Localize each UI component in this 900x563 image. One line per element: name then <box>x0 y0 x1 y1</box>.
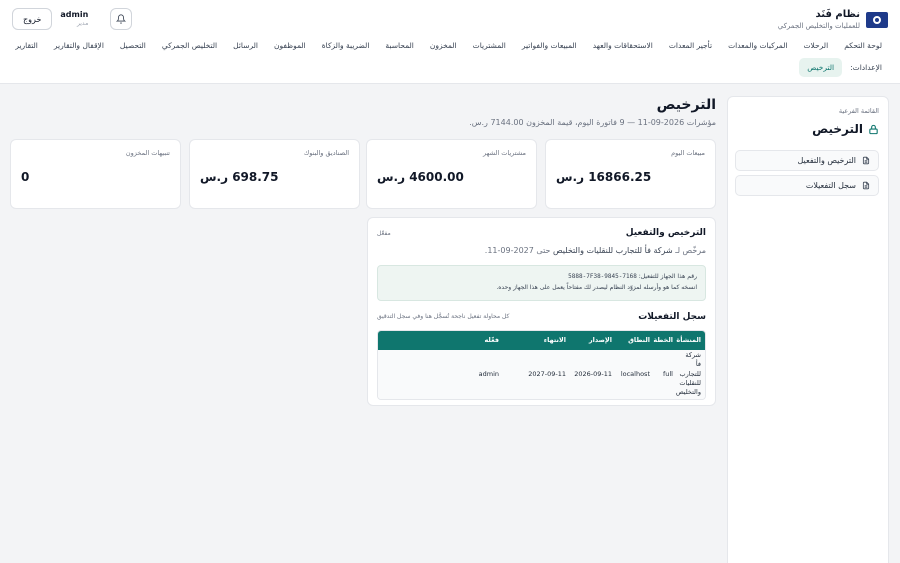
table-row[interactable]: شركة فأ للتجارب للنقليات والتخليص full l… <box>378 349 705 399</box>
nav-item-trips[interactable]: الرحلات <box>796 41 837 50</box>
column-header: الخطة <box>653 336 673 345</box>
device-id-code[interactable]: 5888-7F38-9845-7168 <box>568 273 637 280</box>
main-nav: لوحة التحكم الرحلات المركبات والمعدات تأ… <box>7 41 882 50</box>
brand-subtitle: للعمليات والتخليص الجمركي <box>777 21 860 30</box>
licensed-company: شركة فأ للتجارب للنقليات والتخليص <box>552 246 673 255</box>
nav-item-purchases[interactable]: المشتريات <box>465 41 514 50</box>
brand-logo <box>866 11 888 28</box>
sub-menu-license-activation[interactable]: الترخيص والتفعيل <box>735 150 879 171</box>
nav-item-dashboard[interactable]: لوحة التحكم <box>836 41 882 50</box>
device-id-label: رقم هذا الجهاز للتفعيل: <box>638 273 697 280</box>
cell-scope: localhost <box>620 370 650 379</box>
nav-item-entitlements[interactable]: الاستحقاقات والعهد <box>585 41 661 50</box>
brand[interactable]: نظام فَنَد للعمليات والتخليص الجمركي <box>778 9 888 30</box>
stat-card-month-purchases: مشتريات الشهر 4600.00 ر.س <box>366 139 537 209</box>
sub-menu-caption: القائمة الفرعية <box>838 107 879 115</box>
stat-label: الصناديق والبنوك <box>303 149 349 157</box>
lock-icon <box>869 124 878 134</box>
column-header: الإصدار <box>588 336 612 345</box>
logout-button[interactable]: خروج <box>12 8 53 30</box>
sub-menu-panel: القائمة الفرعية الترخيص الترخيص والتفعيل… <box>727 96 889 563</box>
nav-item-messages[interactable]: الرسائل <box>225 41 266 50</box>
licensed-until: حتى 2027-09-11. <box>484 246 551 255</box>
nav-item-sales[interactable]: المبيعات والفواتير <box>514 41 585 50</box>
stat-value: 698.75 ر.س <box>200 170 279 184</box>
license-card: الترخيص والتفعيل مفعّل مرخّص لـ شركة فأ … <box>367 217 716 406</box>
bell-icon <box>116 14 127 24</box>
stat-card-inventory-alerts: تنبيهات المخزون 0 <box>10 139 181 209</box>
nav-item-reports[interactable]: التقارير <box>7 41 46 50</box>
nav-item-customs[interactable]: التخليص الجمركي <box>154 41 225 50</box>
cell-issued: 2026-09-11 <box>574 370 612 379</box>
stat-label: مبيعات اليوم <box>671 149 705 157</box>
nav-item-tax[interactable]: الضريبة والزكاة <box>314 41 378 50</box>
brand-title: نظام فَنَد <box>815 9 860 20</box>
nav-item-accounting[interactable]: المحاسبة <box>377 41 421 50</box>
stat-label: تنبيهات المخزون <box>125 149 170 157</box>
sub-menu-activation-log[interactable]: سجل التفعيلات <box>735 175 879 196</box>
top-bar: نظام فَنَد للعمليات والتخليص الجمركي خرو… <box>0 0 900 84</box>
cell-expires: 2027-09-11 <box>528 370 566 379</box>
license-holder-line: مرخّص لـ شركة فأ للتجارب للنقليات والتخل… <box>377 246 706 255</box>
device-id-note: انسخه كما هو وأرسله لمزوّد النظام ليصدر … <box>496 283 697 291</box>
license-status-badge: مفعّل <box>377 229 391 237</box>
settings-subnav: الإعدادات: الترخيص <box>799 58 882 77</box>
nav-item-vehicles[interactable]: المركبات والمعدات <box>720 41 795 50</box>
nav-item-employees[interactable]: الموظفون <box>266 41 314 50</box>
sub-menu-title-text: الترخيص <box>812 122 863 136</box>
column-header: الانتهاء <box>543 336 566 345</box>
settings-label: الإعدادات: <box>850 63 882 72</box>
cell-company: شركة فأ للتجارب للنقليات والتخليص <box>675 351 701 396</box>
document-icon <box>862 156 870 165</box>
stat-card-cash-banks: الصناديق والبنوك 698.75 ر.س <box>189 139 360 209</box>
notifications-button[interactable] <box>110 8 133 30</box>
stat-label: مشتريات الشهر <box>483 149 526 157</box>
page-subtitle: مؤشرات 2026-09-11 — 9 فاتورة اليوم، قيمة… <box>469 118 716 127</box>
column-header: المنشأة <box>676 336 701 345</box>
user-role: مدير <box>76 20 89 28</box>
licensed-prefix: مرخّص لـ <box>675 246 706 255</box>
tab-license[interactable]: الترخيص <box>799 58 843 77</box>
column-header: فعّله <box>484 336 499 345</box>
sub-menu-item-label: سجل التفعيلات <box>805 181 856 190</box>
document-icon <box>862 181 870 190</box>
nav-item-closing[interactable]: الإقفال والتقارير <box>46 41 112 50</box>
stat-value: 4600.00 ر.س <box>377 170 464 184</box>
stat-value: 16866.25 ر.س <box>556 170 652 184</box>
user-info: admin مدير <box>60 10 88 28</box>
nav-item-collection[interactable]: التحصيل <box>112 41 154 50</box>
page-title: الترخيص <box>656 97 716 113</box>
column-header: النطاق <box>628 336 650 345</box>
nav-item-inventory[interactable]: المخزون <box>422 41 465 50</box>
nav-item-equipment-rental[interactable]: تأجير المعدات <box>661 41 720 50</box>
device-id-box: رقم هذا الجهاز للتفعيل: 5888-7F38-9845-7… <box>377 265 706 301</box>
user-name: admin <box>60 10 89 20</box>
cell-plan: full <box>662 370 673 379</box>
activation-log-title: سجل التفعيلات <box>638 311 706 322</box>
cell-activated-by: admin <box>478 370 499 379</box>
activation-log-table: المنشأة الخطة النطاق الإصدار الانتهاء فع… <box>377 329 706 400</box>
sub-menu-item-label: الترخيص والتفعيل <box>797 156 856 165</box>
user-area: خروج admin مدير <box>12 8 133 30</box>
table-header: المنشأة الخطة النطاق الإصدار الانتهاء فع… <box>378 330 705 350</box>
stat-value: 0 <box>21 170 30 184</box>
license-title: الترخيص والتفعيل <box>625 228 706 238</box>
activation-log-note: كل محاولة تفعيل ناجحة تُسجَّل هنا وفي سج… <box>377 313 510 321</box>
stat-card-today-sales: مبيعات اليوم 16866.25 ر.س <box>545 139 716 209</box>
sub-menu-title: الترخيص <box>737 122 879 136</box>
